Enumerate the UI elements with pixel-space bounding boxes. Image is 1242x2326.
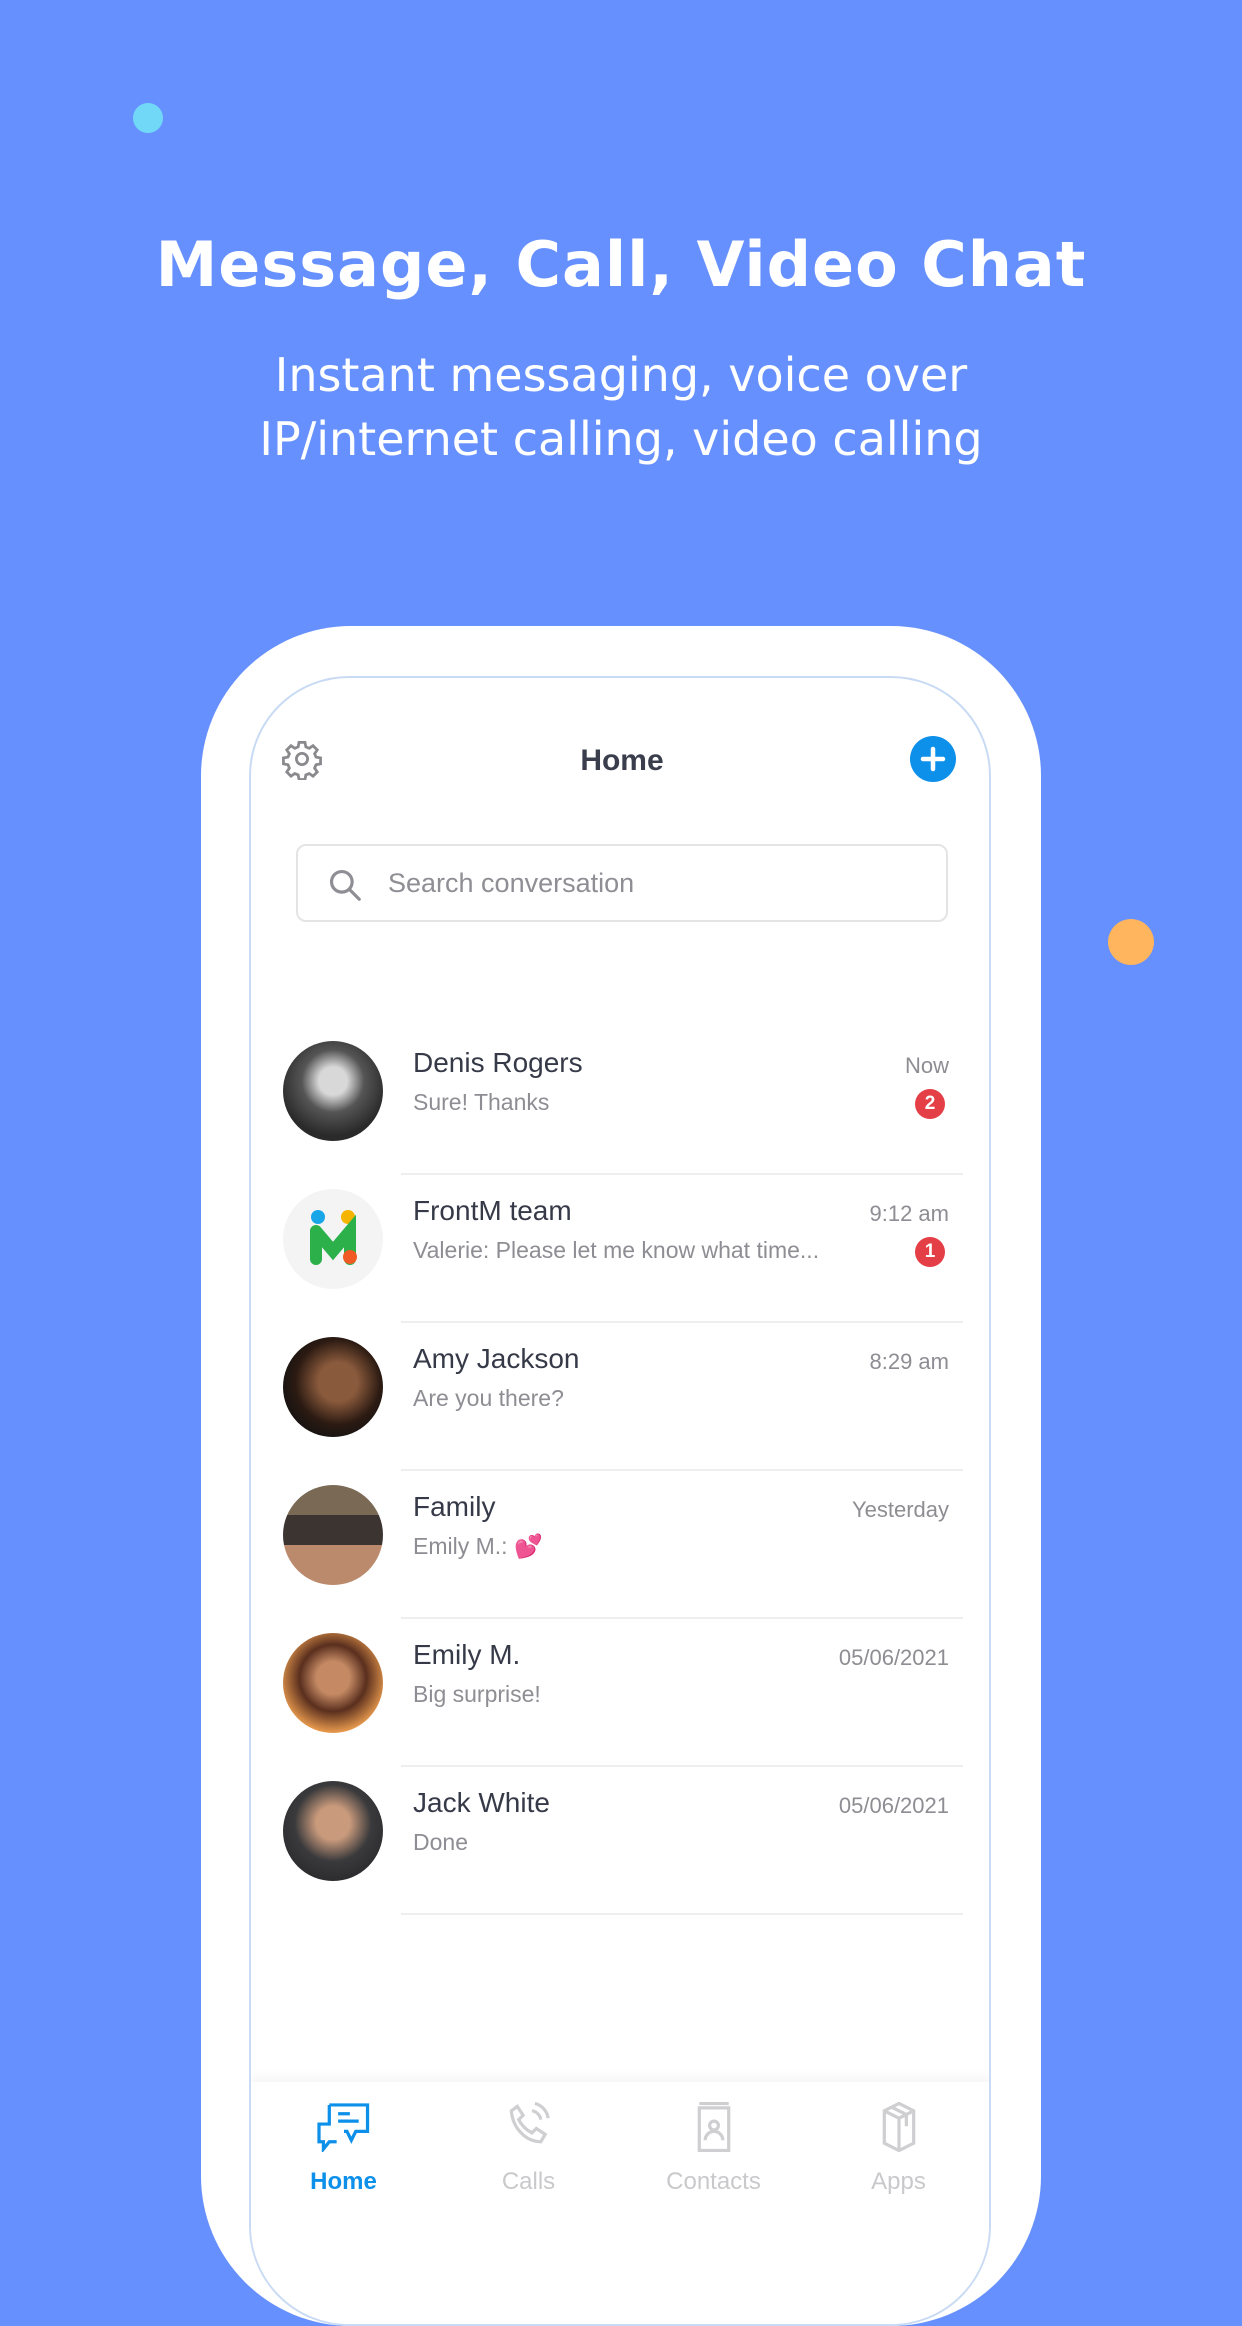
- tab-home[interactable]: Home: [251, 2082, 436, 2212]
- last-message: Sure! Thanks: [413, 1089, 550, 1115]
- contact-name: Emily M.: [413, 1639, 521, 1670]
- search-icon: [329, 869, 361, 901]
- last-message: Big surprise!: [413, 1681, 541, 1707]
- contact-name: Amy Jackson: [413, 1343, 580, 1374]
- avatar: [283, 1781, 383, 1881]
- contact-name: FrontM team: [413, 1195, 572, 1226]
- avatar: [283, 1189, 383, 1289]
- tab-bar: Home Calls Contacts Apps: [251, 2082, 989, 2324]
- box-icon: [882, 2102, 916, 2152]
- hero-subtitle-line-1: Instant messaging, voice over: [274, 348, 968, 402]
- contact-name: Denis Rogers: [413, 1047, 583, 1078]
- last-message: Done: [413, 1829, 468, 1855]
- timestamp: 8:29 am: [869, 1349, 950, 1374]
- chat-bubbles-icon: [317, 2103, 370, 2152]
- conversation-row[interactable]: Amy Jackson Are you there? 8:29 am: [251, 1323, 989, 1471]
- tab-label: Calls: [501, 2168, 556, 2195]
- avatar: [283, 1485, 383, 1585]
- conversation-row[interactable]: Family Emily M.: 💕 Yesterday: [251, 1471, 989, 1619]
- avatar: [283, 1041, 383, 1141]
- tab-label: Apps: [871, 2168, 926, 2195]
- decorative-dot-cyan: [133, 103, 163, 133]
- conversation-row[interactable]: FrontM team Valerie: Please let me know …: [251, 1175, 989, 1323]
- avatar: [283, 1633, 383, 1733]
- hero-subtitle-line-2: IP/internet calling, video calling: [259, 412, 983, 466]
- avatar: [283, 1337, 383, 1437]
- phone-screen: Home Denis Rogers Sure! Thanks Now 2 Fro…: [249, 676, 991, 2326]
- contact-name: Jack White: [413, 1787, 550, 1818]
- timestamp: Now: [904, 1053, 949, 1078]
- last-message: Are you there?: [413, 1385, 564, 1411]
- contact-name: Family: [413, 1491, 496, 1522]
- contact-card-icon: [697, 2102, 731, 2152]
- timestamp: 05/06/2021: [838, 1793, 949, 1818]
- page-title: Home: [580, 744, 664, 777]
- timestamp: 05/06/2021: [838, 1645, 949, 1670]
- last-message: Valerie: Please let me know what time...: [413, 1237, 820, 1263]
- conversation-row[interactable]: Denis Rogers Sure! Thanks Now 2: [251, 1027, 989, 1175]
- tab-calls[interactable]: Calls: [436, 2082, 621, 2212]
- unread-badge: 2: [915, 1089, 945, 1119]
- last-message: Emily M.: 💕: [413, 1533, 543, 1559]
- conversation-row[interactable]: Emily M. Big surprise! 05/06/2021: [251, 1619, 989, 1767]
- new-conversation-button[interactable]: [910, 736, 956, 782]
- decorative-dot-orange: [1108, 919, 1154, 965]
- plus-icon: [920, 746, 946, 772]
- tab-apps[interactable]: Apps: [806, 2082, 989, 2212]
- divider: [401, 1913, 963, 1915]
- tab-label: Home: [310, 2168, 377, 2195]
- search-box[interactable]: [296, 844, 948, 922]
- frontm-logo-icon: [310, 1210, 357, 1265]
- timestamp: Yesterday: [851, 1497, 949, 1522]
- phone-call-icon: [509, 2102, 550, 2144]
- tab-contacts[interactable]: Contacts: [621, 2082, 806, 2212]
- unread-badge: 1: [915, 1237, 945, 1267]
- timestamp: 9:12 am: [869, 1201, 950, 1226]
- tab-label: Contacts: [666, 2168, 761, 2195]
- hero-title: Message, Call, Video Chat: [155, 228, 1087, 301]
- search-input[interactable]: [388, 860, 908, 906]
- conversation-row[interactable]: Jack White Done 05/06/2021: [251, 1767, 989, 1915]
